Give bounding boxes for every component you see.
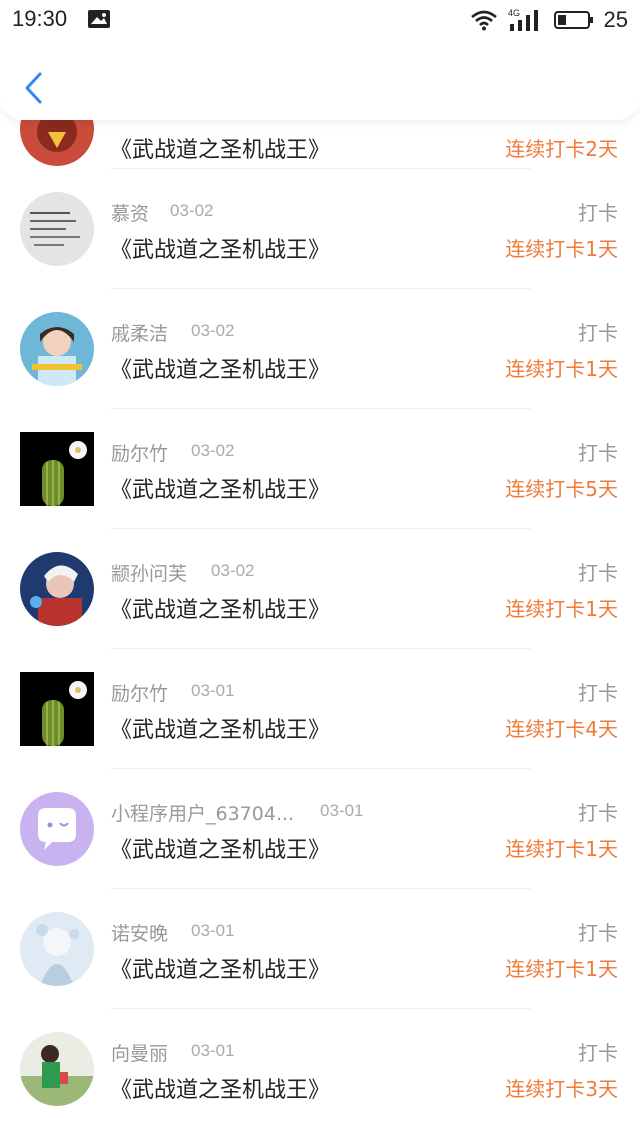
streak-label: 连续打卡1天: [505, 597, 618, 621]
book-title: 《武战道之圣机战王》: [110, 238, 331, 263]
user-name: 励尔竹: [111, 683, 169, 705]
status-time: 19:30: [12, 6, 68, 31]
avatar: [20, 1032, 94, 1106]
checkin-type: 打卡: [578, 441, 618, 465]
book-title: 《武战道之圣机战王》: [110, 358, 331, 383]
user-name: 慕资: [111, 203, 150, 225]
checkin-type: 打卡: [578, 801, 618, 825]
checkin-date: 03-01: [191, 681, 235, 700]
book-title: 《武战道之圣机战王》: [110, 478, 331, 503]
chevron-left-icon[interactable]: [18, 68, 50, 108]
avatar: [20, 912, 94, 986]
streak-label: 连续打卡1天: [505, 837, 618, 861]
checkin-date: 03-02: [191, 321, 235, 340]
checkin-type: 打卡: [578, 921, 618, 945]
avatar: [20, 312, 94, 386]
list-item[interactable]: 慕资 03-02 《武战道之圣机战王》 打卡 连续打卡1天: [0, 170, 640, 290]
wifi-icon: [470, 10, 497, 31]
divider: [111, 888, 531, 889]
streak-label: 连续打卡4天: [505, 717, 618, 741]
list-item[interactable]: 励尔竹 03-01 《武战道之圣机战王》 打卡 连续打卡4天: [0, 650, 640, 770]
user-name: 颛孙问芙: [111, 563, 188, 585]
checkin-date: 03-01: [320, 801, 364, 820]
battery-icon: [553, 11, 593, 29]
avatar: [20, 192, 94, 266]
checkin-type: 打卡: [578, 561, 618, 585]
user-name: 小程序用户_63704...: [111, 803, 295, 825]
checkin-date: 03-02: [191, 441, 235, 460]
book-title: 《武战道之圣机战王》: [110, 958, 331, 983]
checkin-type: 打卡: [578, 321, 618, 345]
divider: [111, 528, 531, 529]
signal-icon: 4G: [508, 8, 538, 31]
battery-level: 25: [603, 7, 628, 32]
checkin-date: 03-02: [170, 201, 214, 220]
avatar: [20, 552, 94, 626]
book-title: 《武战道之圣机战王》: [110, 718, 331, 743]
checkin-date: 03-01: [191, 921, 235, 940]
divider: [111, 288, 531, 289]
network-label: 4G: [508, 8, 520, 18]
status-right: 4G 25: [470, 6, 628, 34]
user-name: 励尔竹: [111, 443, 169, 465]
image-icon: [88, 10, 110, 28]
checkin-date: 03-01: [191, 1041, 235, 1060]
avatar: [20, 792, 94, 866]
streak-label: 连续打卡1天: [505, 357, 618, 381]
list-item[interactable]: 诺安晚 03-01 《武战道之圣机战王》 打卡 连续打卡1天: [0, 890, 640, 1010]
book-title: 《武战道之圣机战王》: [110, 598, 331, 623]
list-item[interactable]: 颛孙问芙 03-02 《武战道之圣机战王》 打卡 连续打卡1天: [0, 530, 640, 650]
divider: [111, 768, 531, 769]
book-title: 《武战道之圣机战王》: [110, 838, 331, 863]
avatar: [20, 672, 94, 746]
header: [0, 40, 640, 120]
divider: [111, 408, 531, 409]
divider: [111, 648, 531, 649]
streak-label: 连续打卡2天: [505, 137, 618, 161]
divider: [111, 168, 531, 169]
list-item[interactable]: 励尔竹 03-02 《武战道之圣机战王》 打卡 连续打卡5天: [0, 410, 640, 530]
checkin-type: 打卡: [578, 1041, 618, 1065]
status-bar: 19:30 4G 25: [0, 0, 640, 40]
book-title: 《武战道之圣机战王》: [110, 138, 331, 163]
streak-label: 连续打卡1天: [505, 957, 618, 981]
checkin-date: 03-02: [211, 561, 255, 580]
user-name: 向曼丽: [111, 1043, 169, 1065]
divider: [111, 1008, 531, 1009]
list-item[interactable]: 戚柔洁 03-02 《武战道之圣机战王》 打卡 连续打卡1天: [0, 290, 640, 410]
checkin-type: 打卡: [578, 201, 618, 225]
book-title: 《武战道之圣机战王》: [110, 1078, 331, 1103]
checkin-type: 打卡: [578, 681, 618, 705]
streak-label: 连续打卡3天: [505, 1077, 618, 1101]
streak-label: 连续打卡5天: [505, 477, 618, 501]
avatar: [20, 432, 94, 506]
list-item[interactable]: 向曼丽 03-01 《武战道之圣机战王》 打卡 连续打卡3天: [0, 1010, 640, 1130]
user-name: 诺安晚: [111, 923, 169, 945]
user-name: 戚柔洁: [111, 323, 169, 345]
list-item[interactable]: 小程序用户_63704... 03-01 《武战道之圣机战王》 打卡 连续打卡1…: [0, 770, 640, 890]
streak-label: 连续打卡1天: [505, 237, 618, 261]
